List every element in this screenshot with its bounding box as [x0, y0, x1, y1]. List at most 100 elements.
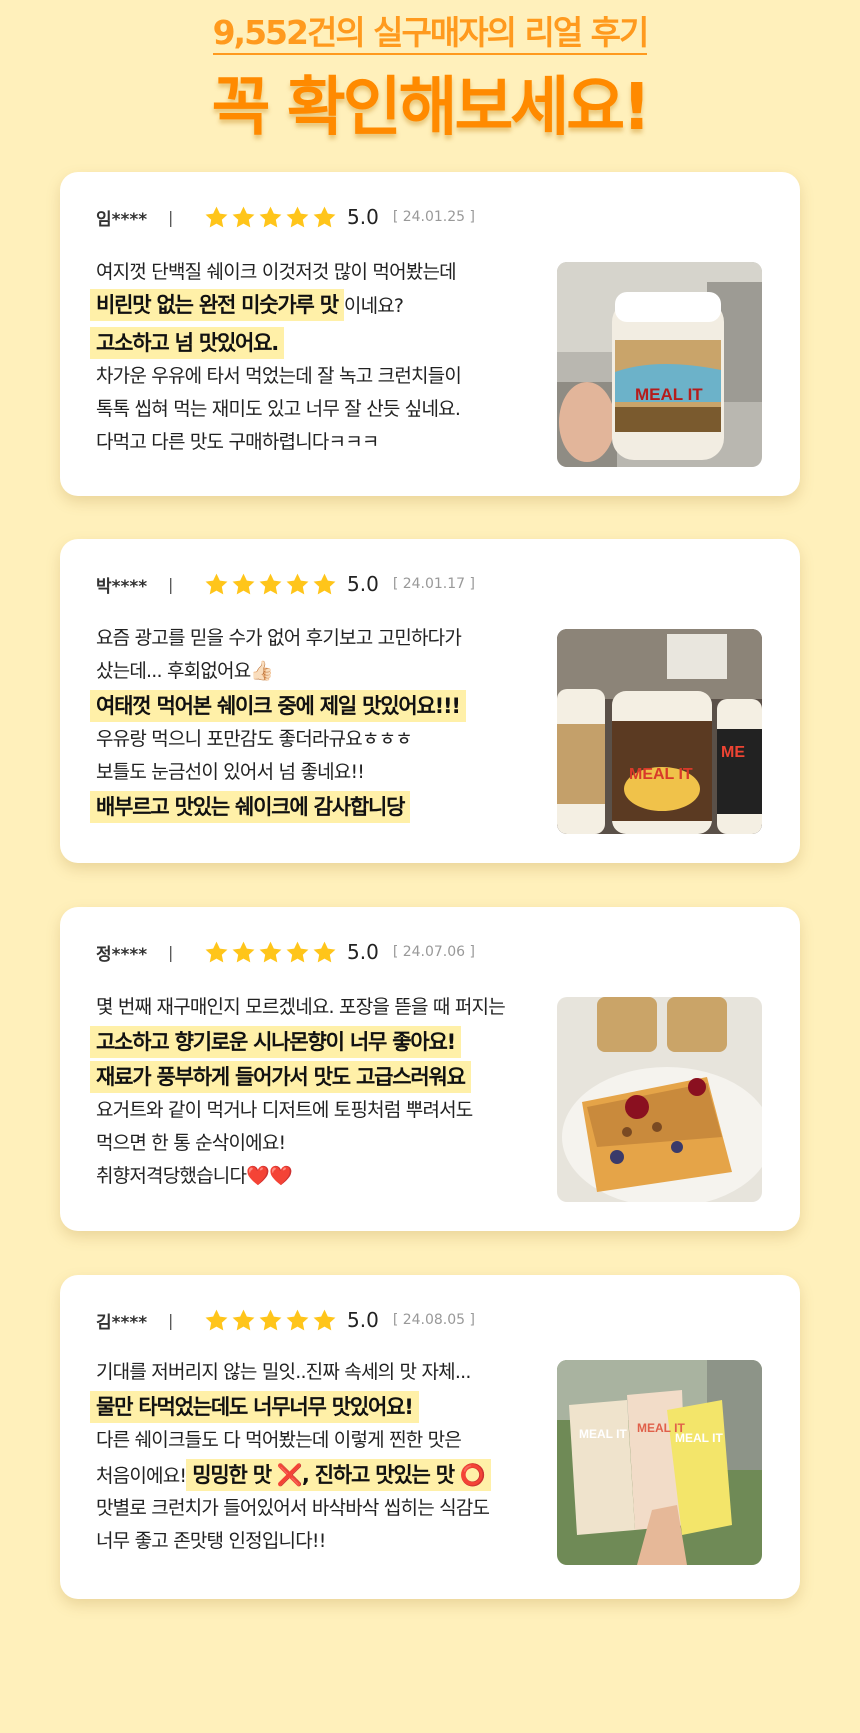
review-line: 너무 좋고 존맛탱 인정입니다!! — [96, 1530, 326, 1552]
svg-text:MEAL IT: MEAL IT — [635, 385, 703, 404]
review-line: 취향저격당했습니다❤️❤️ — [96, 1160, 546, 1193]
review-line: 여태껏 먹어본 쉐이크 중에 제일 맛있어요!!! — [90, 690, 546, 723]
shake-jar-photo: MEAL IT — [557, 262, 762, 467]
svg-text:MEAL IT: MEAL IT — [629, 766, 693, 783]
review-text: 여지껏 단백질 쉐이크 이것저것 많이 먹어봤는데 비린맛 없는 완전 미숫가루… — [90, 256, 546, 459]
review-photo[interactable]: MEAL IT — [557, 262, 762, 467]
review-line: 샀는데... 후회없어요👍🏻 — [96, 655, 546, 688]
page-title: 꼭 확인해보세요! — [211, 71, 652, 145]
review-date: [ 24.01.17 ] — [392, 576, 475, 592]
highlighted-text: 물만 타먹었는데도 너무너무 맛있어요! — [90, 1391, 419, 1423]
review-line: 다먹고 다른 맛도 구매하렵니다ㅋㅋㅋ — [96, 431, 379, 453]
french-toast-photo — [557, 997, 762, 1202]
heart-icon: ❤️❤️ — [246, 1165, 293, 1187]
review-line: 여지껏 단백질 쉐이크 이것저것 많이 먹어봤는데 — [96, 261, 457, 283]
star-icon — [205, 206, 228, 227]
star-rating — [204, 572, 337, 597]
star-icon — [232, 206, 255, 227]
star-icon — [205, 941, 228, 962]
star-rating — [204, 940, 337, 965]
star-rating — [204, 1308, 337, 1333]
star-rating — [204, 205, 337, 230]
star-icon — [286, 1309, 309, 1330]
review-date: [ 24.07.06 ] — [392, 944, 475, 960]
star-icon — [232, 941, 255, 962]
star-icon — [232, 1309, 255, 1330]
star-icon — [259, 206, 282, 227]
review-text: 요즘 광고를 믿을 수가 없어 후기보고 고민하다가 샀는데... 후회없어요👍… — [90, 622, 546, 824]
highlighted-text: 재료가 풍부하게 들어가서 맛도 고급스러워요 — [90, 1061, 471, 1093]
highlighted-text: 비린맛 없는 완전 미숫가루 맛 — [90, 289, 344, 321]
star-icon — [313, 1309, 336, 1330]
review-line: 보틀도 눈금선이 있어서 넘 좋네요!! — [96, 761, 365, 783]
highlighted-text: 고소하고 넘 맛있어요. — [90, 327, 285, 359]
review-photo[interactable]: MEAL IT ME — [557, 629, 762, 834]
review-line: 처음이에요! 밍밍한 맛 ❌, 진하고 맛있는 맛 ⭕ — [96, 1459, 546, 1492]
separator: | — [168, 1310, 174, 1330]
rating-score: 5.0 — [347, 1308, 379, 1332]
review-line: 우유랑 먹으니 포만감도 좋더라규요ㅎㅎㅎ — [96, 728, 413, 750]
separator: | — [168, 942, 174, 962]
review-text-fragment: 샀는데... 후회없어요 — [96, 660, 251, 682]
review-line: 몇 번째 재구매인지 모르겠네요. 포장을 뜯을 때 퍼지는 — [96, 996, 506, 1018]
review-line: 요거트와 같이 먹거나 디저트에 토핑처럼 뿌려서도 — [96, 1099, 473, 1121]
review-photo[interactable]: MEAL IT MEAL IT MEAL IT — [557, 1360, 762, 1565]
star-icon — [232, 573, 255, 594]
pouches-photo: MEAL IT MEAL IT MEAL IT — [557, 1360, 762, 1565]
review-line: 차가운 우유에 타서 먹었는데 잘 녹고 크런치들이 — [96, 365, 462, 387]
reviewer-name: 임**** — [96, 209, 148, 230]
review-meta: 김**** | 5.0 [ 24.08.05 ] — [96, 1305, 475, 1335]
star-icon — [286, 941, 309, 962]
review-line: 재료가 풍부하게 들어가서 맛도 고급스러워요 — [90, 1061, 546, 1094]
review-card: 정**** | 5.0 [ 24.07.06 ] 몇 번째 재구매인지 모르겠네… — [60, 907, 800, 1231]
thumbs-up-icon: 👍🏻 — [250, 660, 274, 682]
star-icon — [259, 941, 282, 962]
review-text-fragment: 이네요? — [343, 295, 404, 317]
svg-text:MEAL IT: MEAL IT — [675, 1431, 723, 1445]
highlighted-text: 고소하고 향기로운 시나몬향이 너무 좋아요! — [90, 1026, 461, 1058]
review-line: 먹으면 한 통 순삭이에요! — [96, 1132, 286, 1154]
review-card: 김**** | 5.0 [ 24.08.05 ] 기대를 저버리지 않는 밀잇.… — [60, 1275, 800, 1599]
separator: | — [168, 207, 174, 227]
three-jars-photo: MEAL IT ME — [557, 629, 762, 834]
review-line: 다른 쉐이크들도 다 먹어봤는데 이렇게 찐한 맛은 — [96, 1429, 462, 1451]
star-icon — [205, 573, 228, 594]
review-text-fragment: 처음이에요! — [96, 1465, 187, 1487]
review-line: 고소하고 향기로운 시나몬향이 너무 좋아요! — [90, 1026, 546, 1059]
review-photo[interactable] — [557, 997, 762, 1202]
rating-score: 5.0 — [347, 205, 379, 229]
review-line: 기대를 저버리지 않는 밀잇..진짜 속세의 맛 자체... — [96, 1361, 471, 1383]
star-icon — [259, 573, 282, 594]
highlighted-text: 여태껏 먹어본 쉐이크 중에 제일 맛있어요!!! — [90, 690, 466, 722]
review-line: 비린맛 없는 완전 미숫가루 맛 이네요? — [90, 289, 546, 322]
review-count-subtitle: 9,552건의 실구매자의 리얼 후기 — [0, 6, 860, 55]
star-icon — [313, 573, 336, 594]
review-meta: 박**** | 5.0 [ 24.01.17 ] — [96, 569, 475, 599]
review-line: 톡톡 씹혀 먹는 재미도 있고 너무 잘 산듯 싶네요. — [96, 398, 461, 420]
separator: | — [168, 574, 174, 594]
review-line: 맛별로 크런치가 들어있어서 바삭바삭 씹히는 식감도 — [96, 1497, 490, 1519]
review-text: 기대를 저버리지 않는 밀잇..진짜 속세의 맛 자체... 물만 타먹었는데도… — [90, 1356, 546, 1558]
review-date: [ 24.01.25 ] — [392, 209, 475, 225]
review-line: 물만 타먹었는데도 너무너무 맛있어요! — [90, 1391, 546, 1424]
review-line: 고소하고 넘 맛있어요. — [90, 327, 546, 360]
star-icon — [313, 941, 336, 962]
star-icon — [286, 206, 309, 227]
review-line: 배부르고 맛있는 쉐이크에 감사합니당 — [90, 791, 546, 824]
star-icon — [313, 206, 336, 227]
review-text-fragment: 취향저격당했습니다 — [96, 1165, 247, 1187]
svg-text:ME: ME — [721, 744, 745, 761]
review-meta: 정**** | 5.0 [ 24.07.06 ] — [96, 937, 475, 967]
star-icon — [259, 1309, 282, 1330]
highlighted-text: 밍밍한 맛 ❌, 진하고 맛있는 맛 ⭕ — [186, 1459, 491, 1491]
review-meta: 임**** | 5.0 [ 24.01.25 ] — [96, 202, 475, 232]
reviewer-name: 박**** — [96, 576, 148, 597]
svg-text:MEAL IT: MEAL IT — [579, 1427, 627, 1441]
review-line: 요즘 광고를 믿을 수가 없어 후기보고 고민하다가 — [96, 627, 462, 649]
star-icon — [205, 1309, 228, 1330]
highlighted-text: 배부르고 맛있는 쉐이크에 감사합니당 — [90, 791, 411, 823]
rating-score: 5.0 — [347, 572, 379, 596]
rating-score: 5.0 — [347, 940, 379, 964]
review-card: 임**** | 5.0 [ 24.01.25 ] 여지껏 단백질 쉐이크 이것저… — [60, 172, 800, 496]
star-icon — [286, 573, 309, 594]
